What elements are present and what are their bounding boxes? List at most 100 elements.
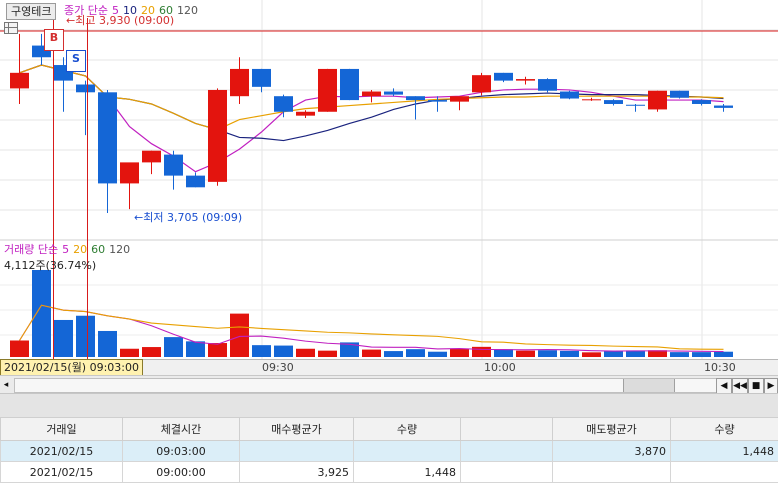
candle-body xyxy=(714,106,733,108)
candle-body xyxy=(428,100,447,102)
volume-bar xyxy=(54,320,73,357)
volume-bar xyxy=(604,351,623,357)
cell-sell-avg: 3,870 xyxy=(553,441,671,462)
volume-bar xyxy=(406,349,425,357)
scroll-track[interactable] xyxy=(14,378,728,393)
stock-name-tab[interactable]: 구영테크 xyxy=(6,3,56,20)
candle-body xyxy=(516,79,535,81)
high-price-text: 최고 3,930 (09:00) xyxy=(75,14,174,27)
candle-body xyxy=(538,79,557,91)
nav-stop-button[interactable]: ■ xyxy=(748,378,764,394)
candle-body xyxy=(406,96,425,100)
price-ma-line xyxy=(20,65,724,172)
volume-moving-averages xyxy=(20,305,724,351)
candlestick-series xyxy=(10,34,733,213)
header-trade-date[interactable]: 거래일 xyxy=(1,418,123,441)
buy-marker[interactable]: B xyxy=(44,29,64,51)
volume-bar xyxy=(274,346,293,357)
volume-bar xyxy=(76,316,95,357)
header-exec-time[interactable]: 체결시간 xyxy=(123,418,240,441)
volume-bar xyxy=(428,352,447,357)
candle-body xyxy=(186,176,205,188)
nav-next-button[interactable]: ▶ xyxy=(764,378,778,394)
cell-buy-avg xyxy=(240,441,354,462)
candle-body xyxy=(450,96,469,101)
volume-bar xyxy=(472,347,491,357)
cell-sell-avg xyxy=(553,462,671,483)
chart-scroll-bar: ◂ ◀ ◀◀ ■ ▶ xyxy=(0,375,778,394)
candle-body xyxy=(626,105,645,106)
volume-bar xyxy=(208,343,227,357)
cell-blank xyxy=(461,462,553,483)
sell-marker[interactable]: S xyxy=(66,50,86,72)
candle-body xyxy=(296,112,315,116)
candle-body xyxy=(648,91,667,110)
table-row[interactable]: 2021/02/15 09:00:00 3,925 1,448 xyxy=(1,462,778,483)
volume-bar xyxy=(164,337,183,357)
candle-body xyxy=(692,100,711,104)
volume-ma-line xyxy=(20,305,724,351)
candle-body xyxy=(340,69,359,100)
volume-bar xyxy=(384,351,403,357)
grid-table-icon[interactable] xyxy=(4,22,18,34)
scroll-left-arrow-icon[interactable]: ◂ xyxy=(0,378,12,392)
time-label-1000: 10:00 xyxy=(484,361,516,374)
candle-body xyxy=(604,100,623,104)
volume-bar xyxy=(692,352,711,357)
candle-body xyxy=(252,69,271,87)
low-arrow-icon: ← xyxy=(134,211,143,224)
cell-buy-qty xyxy=(354,441,461,462)
candle-body xyxy=(582,99,601,100)
header-buy-avg[interactable]: 매수평균가 xyxy=(240,418,354,441)
candle-body xyxy=(560,92,579,99)
panel-divider xyxy=(0,393,778,418)
volume-bar xyxy=(230,314,249,357)
candle-body xyxy=(164,155,183,176)
chart-area[interactable] xyxy=(0,0,778,359)
nav-prev-button[interactable]: ◀ xyxy=(716,378,732,394)
cell-trade-date: 2021/02/15 xyxy=(1,441,123,462)
cell-blank xyxy=(461,441,553,462)
volume-bar xyxy=(362,350,381,357)
volume-bar xyxy=(538,350,557,357)
low-price-text: 최저 3,705 (09:09) xyxy=(143,211,242,224)
candle-body xyxy=(472,75,491,92)
volume-bar xyxy=(98,331,117,357)
cell-exec-time: 09:03:00 xyxy=(123,441,240,462)
volume-ma-line xyxy=(20,305,724,349)
table-row[interactable]: 2021/02/15 09:03:00 3,870 1,448 xyxy=(1,441,778,462)
high-price-annotation: ←최고 3,930 (09:00) xyxy=(66,14,174,27)
volume-legend-60: 60 xyxy=(91,243,105,256)
header-blank xyxy=(461,418,553,441)
high-arrow-icon: ← xyxy=(66,14,75,27)
cell-buy-qty: 1,448 xyxy=(354,462,461,483)
candle-body xyxy=(670,91,689,98)
header-sell-qty[interactable]: 수량 xyxy=(671,418,778,441)
volume-info: 4,112주(36.74%) xyxy=(4,257,96,273)
volume-grid xyxy=(0,285,778,335)
volume-bar xyxy=(296,349,315,357)
volume-bar xyxy=(450,349,469,357)
volume-bar xyxy=(10,340,29,357)
cell-sell-qty: 1,448 xyxy=(671,441,778,462)
low-price-annotation: ←최저 3,705 (09:09) xyxy=(134,211,242,224)
volume-legend-120: 120 xyxy=(109,243,130,256)
header-buy-qty[interactable]: 수량 xyxy=(354,418,461,441)
volume-bar xyxy=(582,352,601,357)
volume-bar xyxy=(142,347,161,357)
volume-bar xyxy=(560,351,579,357)
cell-exec-time: 09:00:00 xyxy=(123,462,240,483)
cell-sell-qty xyxy=(671,462,778,483)
nav-rewind-button[interactable]: ◀◀ xyxy=(732,378,748,394)
volume-bar xyxy=(714,352,733,357)
candle-body xyxy=(142,151,161,163)
candle-body xyxy=(384,92,403,95)
candle-body xyxy=(494,73,513,81)
time-label-1030: 10:30 xyxy=(704,361,736,374)
price-legend-120: 120 xyxy=(177,4,198,17)
volume-bar xyxy=(670,352,689,357)
volume-series xyxy=(10,270,733,357)
scroll-thumb[interactable] xyxy=(623,379,675,392)
candle-body xyxy=(274,96,293,112)
header-sell-avg[interactable]: 매도평균가 xyxy=(553,418,671,441)
